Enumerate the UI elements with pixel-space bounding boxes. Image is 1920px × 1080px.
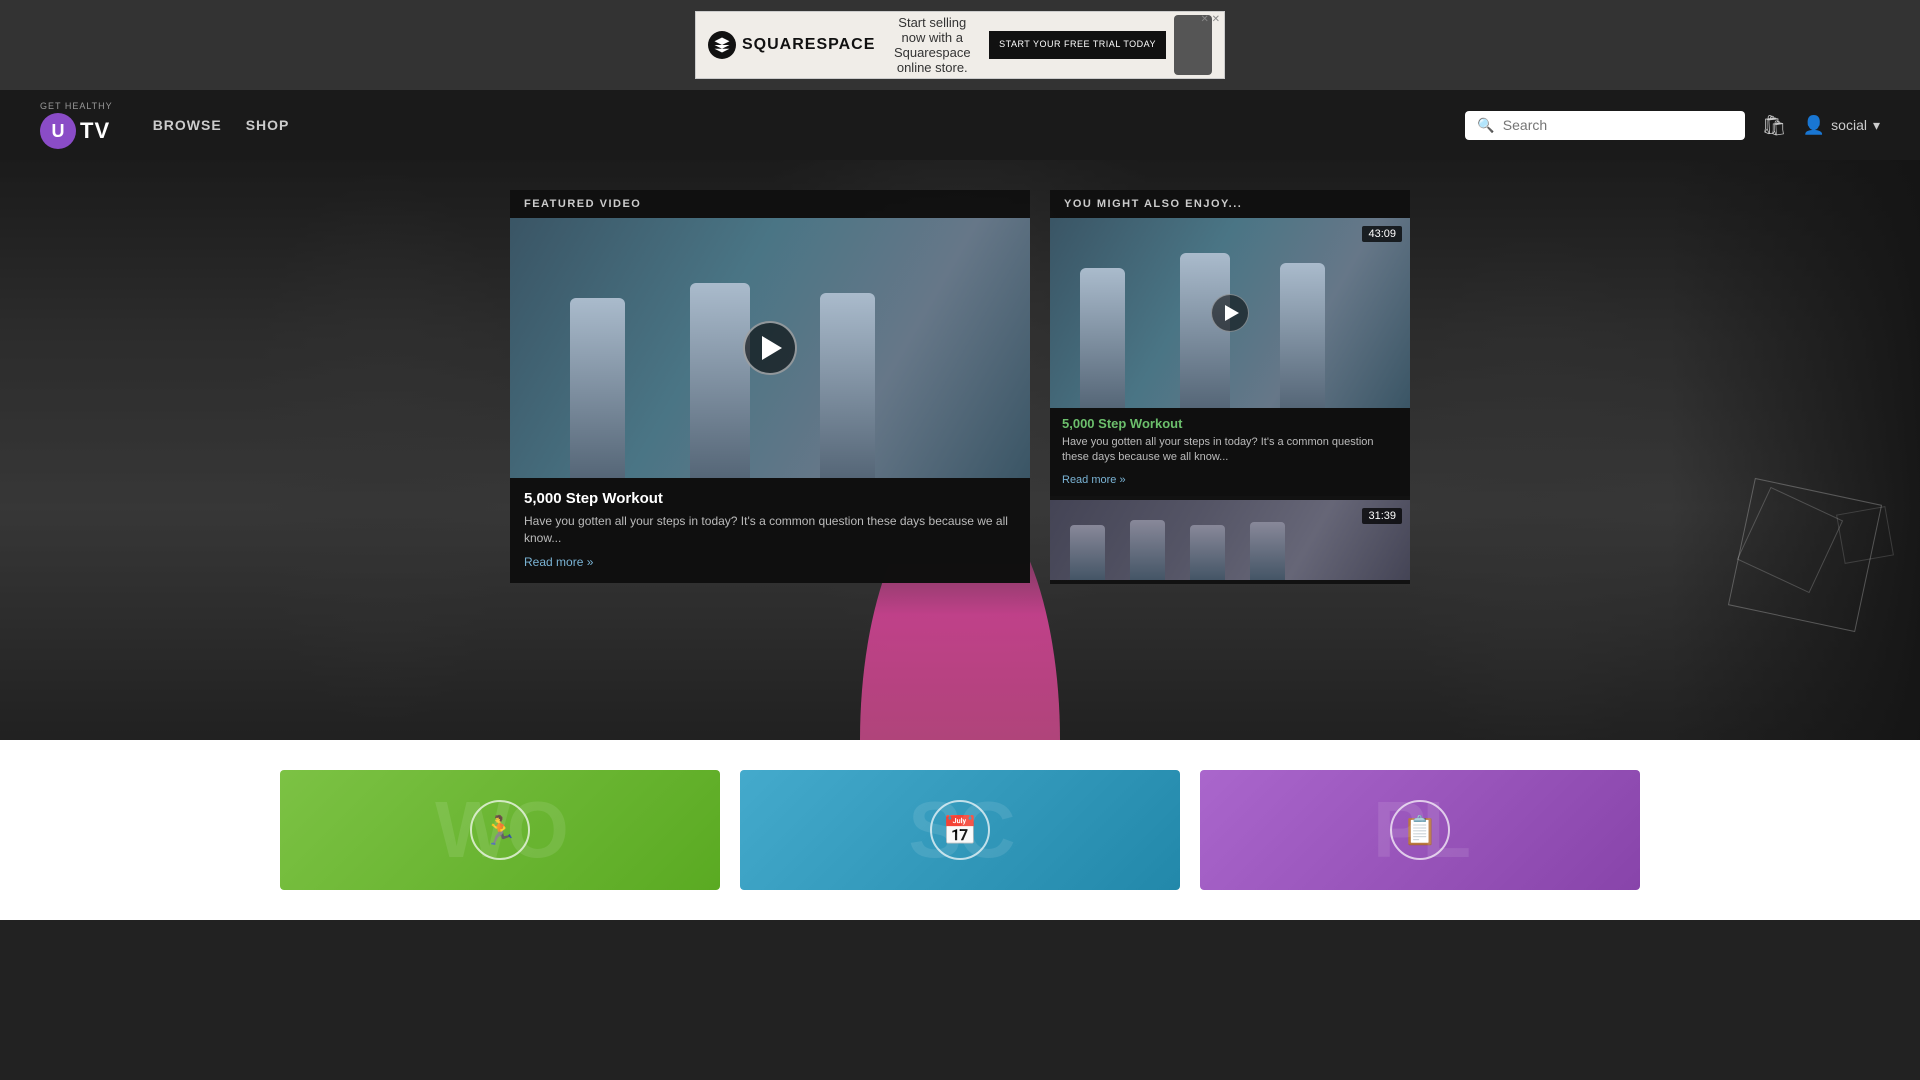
hero-section: FEATURED VIDEO 5,000 Step Workout Have y… bbox=[0, 160, 1920, 740]
also-person-3 bbox=[1280, 263, 1325, 408]
ad-logo: SQUARESPACE bbox=[708, 31, 875, 59]
person-1 bbox=[570, 298, 625, 478]
ad-cta-button[interactable]: START YOUR FREE TRIAL TODAY bbox=[989, 31, 1166, 59]
also-video-item-2: 31:39 bbox=[1050, 500, 1410, 580]
featured-video-thumbnail[interactable] bbox=[510, 218, 1030, 478]
brand-prefix: GET HEALTHY bbox=[40, 101, 113, 111]
categories-section: WO 🏃 SC 📅 PL 📋 bbox=[0, 740, 1920, 920]
also-enjoy-card: YOU MIGHT ALSO ENJOY... 43:09 5,000 Step… bbox=[1050, 190, 1410, 584]
also-play-button-1[interactable] bbox=[1211, 294, 1249, 332]
logo[interactable]: GET HEALTHY U TV bbox=[40, 101, 113, 149]
featured-read-more[interactable]: Read more » bbox=[524, 555, 593, 569]
logo-tv: TV bbox=[80, 118, 110, 144]
category-card-plans[interactable]: PL 📋 bbox=[1200, 770, 1640, 890]
featured-title: 5,000 Step Workout bbox=[524, 490, 1016, 507]
nav-browse[interactable]: BROWSE bbox=[153, 117, 222, 133]
ad-banner: ✕ ✕ SQUARESPACE Start selling now with a… bbox=[0, 0, 1920, 90]
search-input[interactable] bbox=[1503, 117, 1734, 133]
also-video-desc-1: Have you gotten all your steps in today?… bbox=[1062, 435, 1398, 466]
logo-u: U bbox=[40, 113, 76, 149]
video-duration-2: 31:39 bbox=[1362, 508, 1402, 524]
navbar: GET HEALTHY U TV BROWSE SHOP 🔍 🛍 👤 socia… bbox=[0, 90, 1920, 160]
squarespace-brand: SQUARESPACE bbox=[742, 36, 875, 54]
nav-shop[interactable]: SHOP bbox=[246, 117, 290, 133]
logo-badge: U TV bbox=[40, 113, 110, 149]
also-enjoy-header: YOU MIGHT ALSO ENJOY... bbox=[1050, 190, 1410, 218]
also-video-title-1: 5,000 Step Workout bbox=[1062, 416, 1398, 431]
ad-copy-text: Start selling now with a Squarespace onl… bbox=[875, 15, 989, 75]
ad-content[interactable]: ✕ ✕ SQUARESPACE Start selling now with a… bbox=[695, 11, 1225, 79]
also-person-6 bbox=[1190, 525, 1225, 580]
also-person-4 bbox=[1070, 525, 1105, 580]
featured-video-card: FEATURED VIDEO 5,000 Step Workout Have y… bbox=[510, 190, 1030, 583]
play-triangle-icon bbox=[762, 336, 782, 360]
also-person-7 bbox=[1250, 522, 1285, 580]
featured-play-button[interactable] bbox=[743, 321, 797, 375]
person-3 bbox=[820, 293, 875, 478]
ad-close-button[interactable]: ✕ ✕ bbox=[1200, 14, 1220, 25]
also-person-1 bbox=[1080, 268, 1125, 408]
also-read-more-1[interactable]: Read more » bbox=[1062, 474, 1126, 486]
squarespace-logo-icon bbox=[708, 31, 736, 59]
featured-header: FEATURED VIDEO bbox=[510, 190, 1030, 218]
also-video-thumb-2[interactable]: 31:39 bbox=[1050, 500, 1410, 580]
user-label: social bbox=[1831, 117, 1867, 133]
also-video-thumb-1[interactable]: 43:09 bbox=[1050, 218, 1410, 408]
category-card-workouts[interactable]: WO 🏃 bbox=[280, 770, 720, 890]
person-2 bbox=[690, 283, 750, 478]
hero-content: FEATURED VIDEO 5,000 Step Workout Have y… bbox=[0, 160, 1920, 740]
also-person-5 bbox=[1130, 520, 1165, 580]
category-card-schedule[interactable]: SC 📅 bbox=[740, 770, 1180, 890]
cat-bg-decor-3: PL bbox=[1373, 784, 1467, 876]
search-icon: 🔍 bbox=[1477, 117, 1494, 134]
video-duration-1: 43:09 bbox=[1362, 226, 1402, 242]
nav-links: BROWSE SHOP bbox=[153, 117, 290, 133]
chevron-down-icon: ▾ bbox=[1873, 117, 1880, 134]
also-play-triangle-icon bbox=[1225, 305, 1239, 321]
featured-description: Have you gotten all your steps in today?… bbox=[524, 513, 1016, 547]
cart-icon[interactable]: 🛍 bbox=[1761, 113, 1786, 138]
nav-right: 🔍 🛍 👤 social ▾ bbox=[1465, 111, 1880, 140]
search-bar[interactable]: 🔍 bbox=[1465, 111, 1745, 140]
user-icon: 👤 bbox=[1803, 115, 1825, 136]
user-menu[interactable]: 👤 social ▾ bbox=[1803, 115, 1880, 136]
also-video-info-1: 5,000 Step Workout Have you gotten all y… bbox=[1050, 408, 1410, 496]
featured-info: 5,000 Step Workout Have you gotten all y… bbox=[510, 478, 1030, 583]
also-video-item-1: 43:09 5,000 Step Workout Have you gotten… bbox=[1050, 218, 1410, 496]
cat-bg-decor-1: WO bbox=[435, 784, 565, 876]
cat-bg-decor-2: SC bbox=[908, 784, 1011, 876]
